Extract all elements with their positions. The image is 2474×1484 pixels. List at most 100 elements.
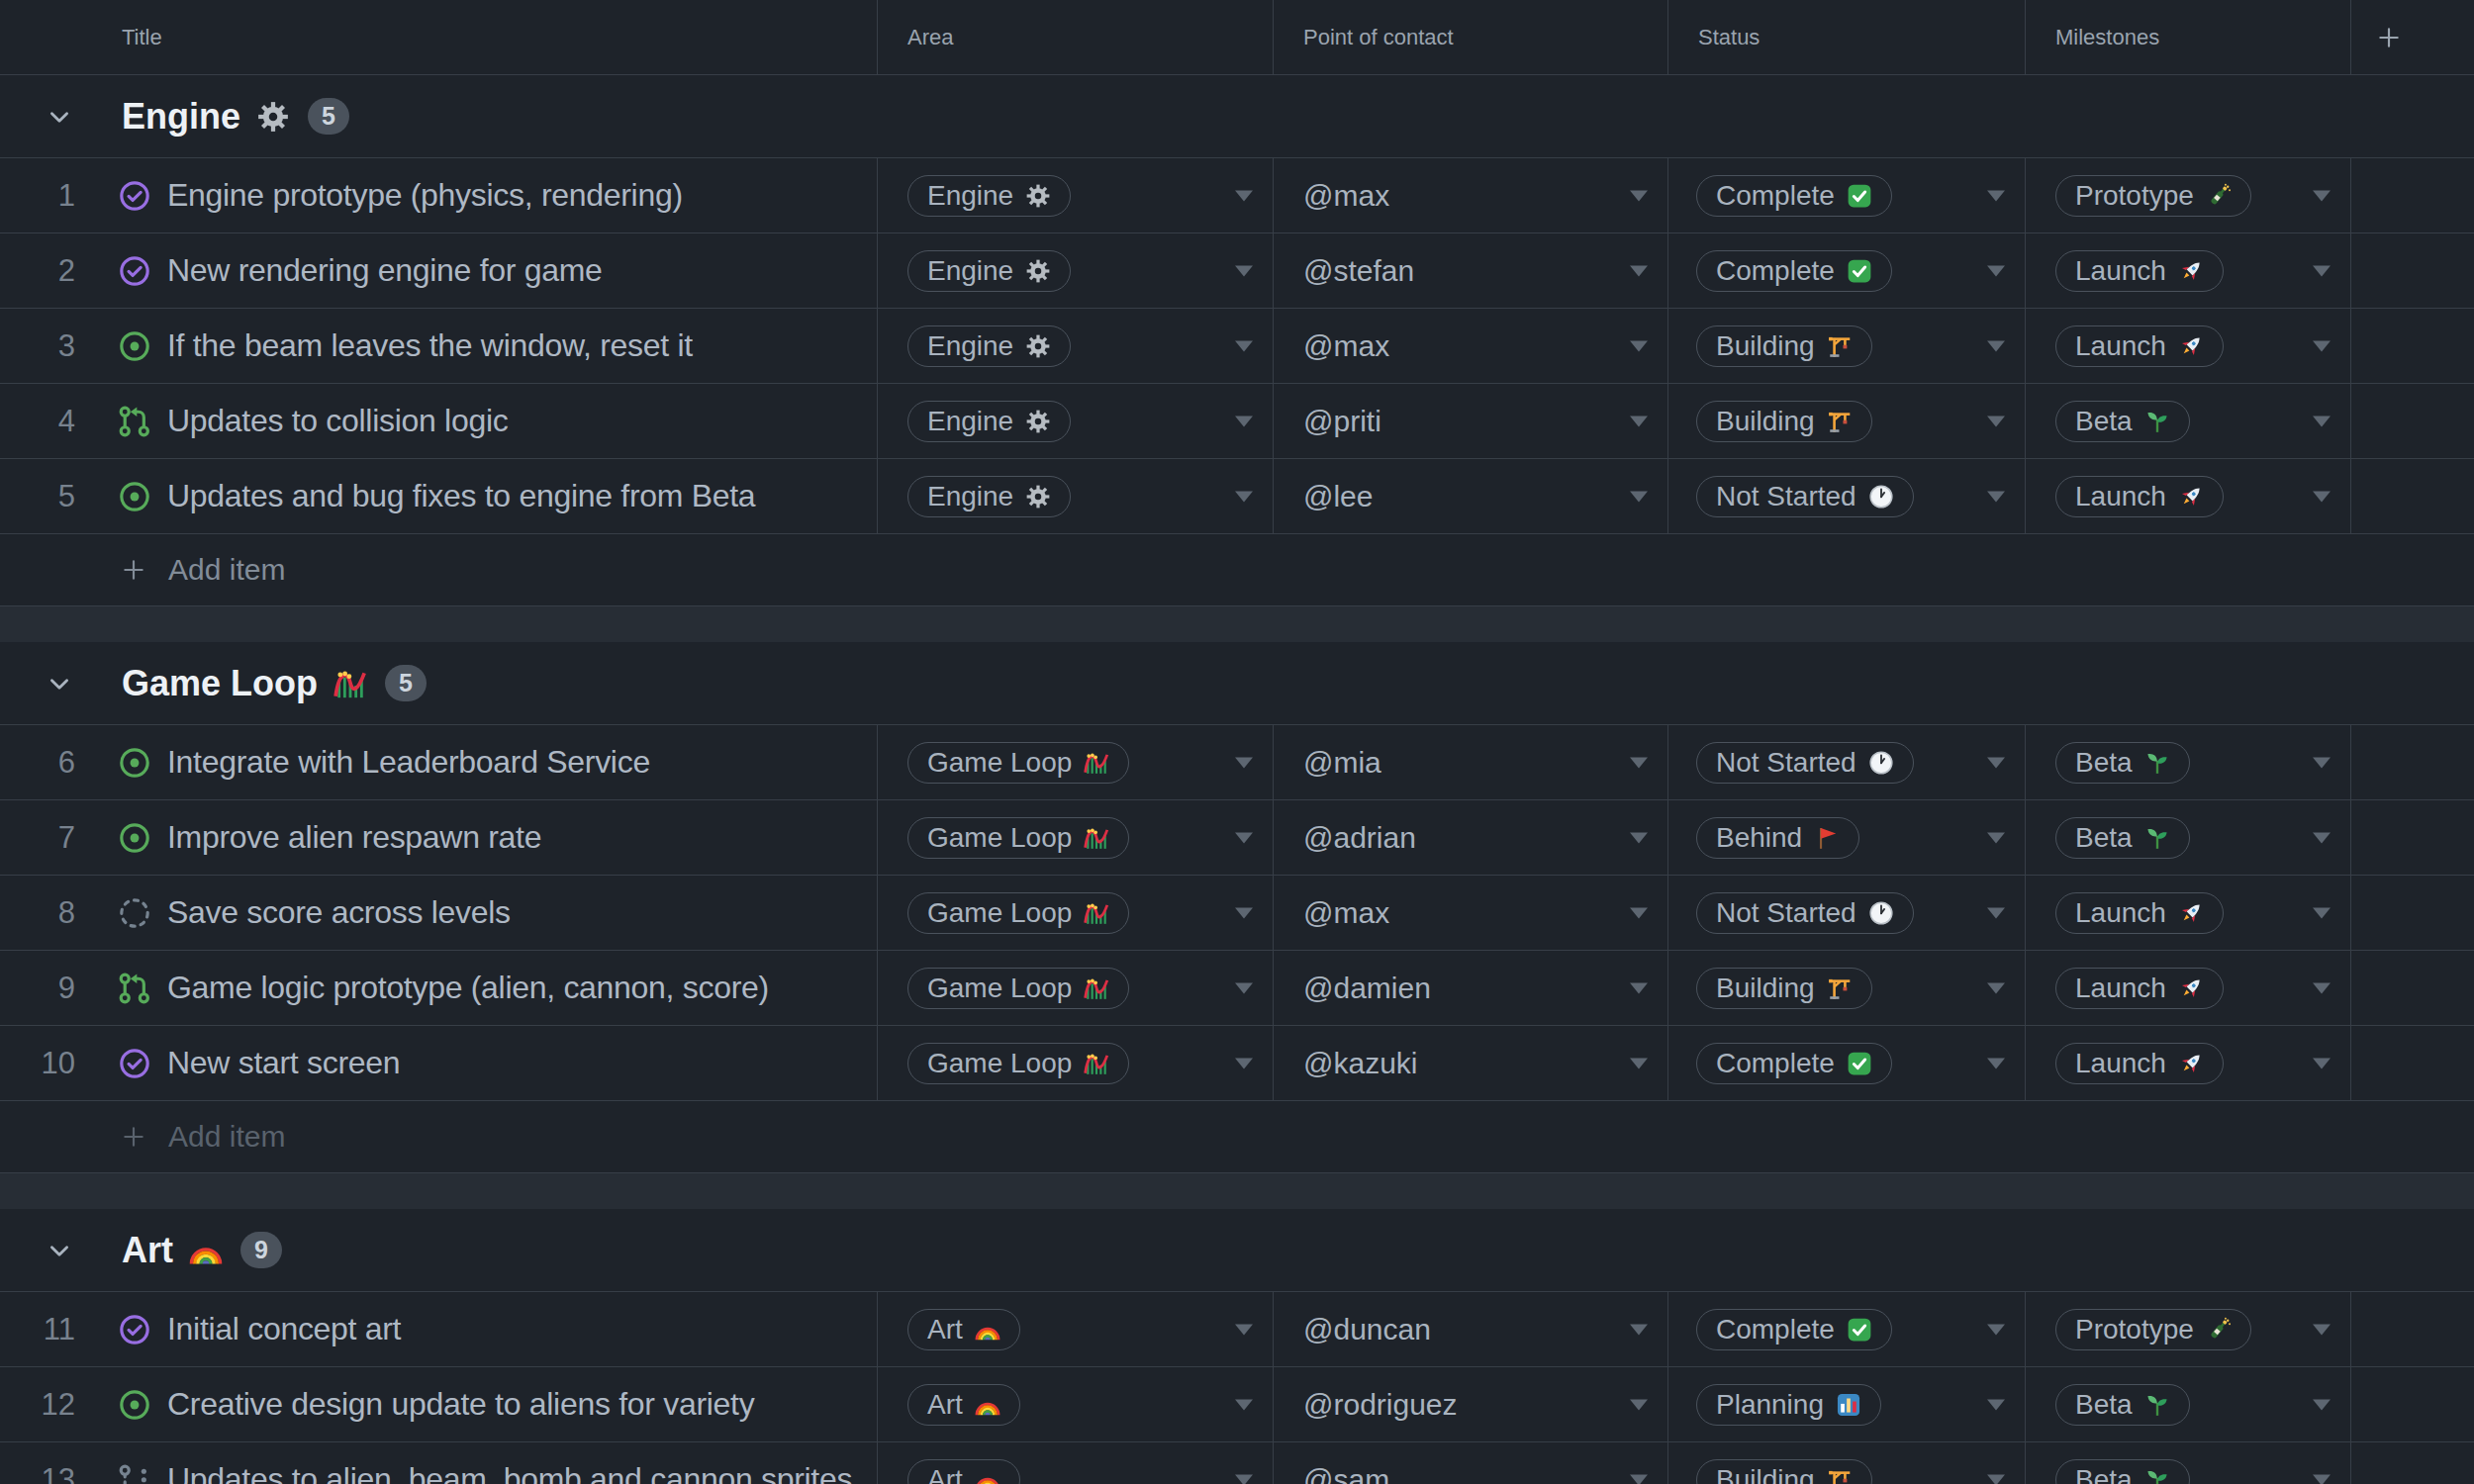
title-cell[interactable]: 1Engine prototype (physics, rendering) [0, 158, 878, 232]
dropdown-caret-icon[interactable] [1987, 832, 2005, 843]
title-cell[interactable]: 2New rendering engine for game [0, 233, 878, 308]
milestone-pill[interactable]: Launch [2055, 968, 2224, 1009]
dropdown-caret-icon[interactable] [1235, 190, 1253, 201]
milestone-cell[interactable]: Beta [2026, 1442, 2351, 1484]
poc-cell[interactable]: @damien [1274, 951, 1668, 1025]
area-cell[interactable]: Game Loop [878, 951, 1274, 1025]
area-pill[interactable]: Game Loop [907, 817, 1129, 859]
title-cell[interactable]: 6Integrate with Leaderboard Service [0, 725, 878, 799]
add-column-button[interactable] [2351, 0, 2474, 74]
item-title[interactable]: Updates to collision logic [167, 403, 508, 439]
dropdown-caret-icon[interactable] [1630, 190, 1648, 201]
dropdown-caret-icon[interactable] [2313, 1399, 2331, 1410]
add-item-button[interactable]: Add item [0, 1101, 2474, 1173]
item-title[interactable]: New start screen [167, 1045, 400, 1081]
area-cell[interactable]: Game Loop [878, 800, 1274, 875]
milestone-cell[interactable]: Launch [2026, 233, 2351, 308]
area-pill[interactable]: Game Loop [907, 968, 1129, 1009]
dropdown-caret-icon[interactable] [1630, 1058, 1648, 1068]
area-pill[interactable]: Engine [907, 401, 1071, 442]
status-cell[interactable]: Planning [1668, 1367, 2026, 1441]
title-cell[interactable]: 3If the beam leaves the window, reset it [0, 309, 878, 383]
status-cell[interactable]: Building [1668, 1442, 2026, 1484]
contact-mention[interactable]: @max [1303, 329, 1389, 363]
dropdown-caret-icon[interactable] [1987, 1324, 2005, 1335]
contact-mention[interactable]: @damien [1303, 972, 1431, 1005]
milestone-pill[interactable]: Launch [2055, 325, 2224, 367]
dropdown-caret-icon[interactable] [1630, 757, 1648, 768]
dropdown-caret-icon[interactable] [1235, 491, 1253, 502]
dropdown-caret-icon[interactable] [1987, 757, 2005, 768]
dropdown-caret-icon[interactable] [1630, 907, 1648, 918]
dropdown-caret-icon[interactable] [2313, 982, 2331, 993]
status-cell[interactable]: Not Started [1668, 876, 2026, 950]
area-pill[interactable]: Engine [907, 175, 1071, 217]
contact-mention[interactable]: @kazuki [1303, 1047, 1418, 1080]
milestone-cell[interactable]: Prototype [2026, 158, 2351, 232]
milestone-cell[interactable]: Beta [2026, 384, 2351, 458]
status-pill[interactable]: Behind [1696, 817, 1859, 859]
title-cell[interactable]: 13Updates to alien, beam, bomb and canno… [0, 1442, 878, 1484]
area-cell[interactable]: Game Loop [878, 725, 1274, 799]
area-cell[interactable]: Engine [878, 233, 1274, 308]
item-title[interactable]: Initial concept art [167, 1311, 401, 1347]
column-header-area[interactable]: Area [878, 0, 1274, 74]
milestone-cell[interactable]: Prototype [2026, 1292, 2351, 1366]
milestone-pill[interactable]: Beta [2055, 1459, 2190, 1484]
dropdown-caret-icon[interactable] [1235, 1324, 1253, 1335]
column-header-milestones[interactable]: Milestones [2026, 0, 2351, 74]
dropdown-caret-icon[interactable] [1235, 1474, 1253, 1484]
milestone-cell[interactable]: Beta [2026, 1367, 2351, 1441]
status-cell[interactable]: Complete [1668, 1026, 2026, 1100]
dropdown-caret-icon[interactable] [2313, 1474, 2331, 1484]
contact-mention[interactable]: @max [1303, 896, 1389, 930]
status-cell[interactable]: Complete [1668, 1292, 2026, 1366]
status-pill[interactable]: Not Started [1696, 742, 1914, 784]
milestone-pill[interactable]: Launch [2055, 1043, 2224, 1084]
area-pill[interactable]: Game Loop [907, 742, 1129, 784]
dropdown-caret-icon[interactable] [2313, 416, 2331, 426]
milestone-cell[interactable]: Beta [2026, 800, 2351, 875]
status-pill[interactable]: Building [1696, 1459, 1872, 1484]
dropdown-caret-icon[interactable] [1987, 265, 2005, 276]
poc-cell[interactable]: @duncan [1274, 1292, 1668, 1366]
status-pill[interactable]: Complete [1696, 175, 1892, 217]
item-title[interactable]: If the beam leaves the window, reset it [167, 327, 693, 364]
area-pill[interactable]: Art [907, 1309, 1020, 1350]
contact-mention[interactable]: @duncan [1303, 1313, 1431, 1346]
add-item-button[interactable]: Add item [0, 534, 2474, 606]
status-pill[interactable]: Complete [1696, 250, 1892, 292]
status-cell[interactable]: Building [1668, 384, 2026, 458]
dropdown-caret-icon[interactable] [2313, 491, 2331, 502]
dropdown-caret-icon[interactable] [1235, 907, 1253, 918]
poc-cell[interactable]: @rodriguez [1274, 1367, 1668, 1441]
title-cell[interactable]: 10New start screen [0, 1026, 878, 1100]
contact-mention[interactable]: @priti [1303, 405, 1381, 438]
status-pill[interactable]: Complete [1696, 1309, 1892, 1350]
title-cell[interactable]: 7Improve alien respawn rate [0, 800, 878, 875]
poc-cell[interactable]: @max [1274, 876, 1668, 950]
item-title[interactable]: Game logic prototype (alien, cannon, sco… [167, 970, 769, 1006]
status-pill[interactable]: Building [1696, 325, 1872, 367]
dropdown-caret-icon[interactable] [2313, 1324, 2331, 1335]
group-header-art[interactable]: Art9 [0, 1209, 2474, 1292]
milestone-pill[interactable]: Beta [2055, 401, 2190, 442]
area-cell[interactable]: Engine [878, 459, 1274, 533]
dropdown-caret-icon[interactable] [1630, 491, 1648, 502]
dropdown-caret-icon[interactable] [1987, 1399, 2005, 1410]
status-pill[interactable]: Building [1696, 401, 1872, 442]
area-cell[interactable]: Art [878, 1367, 1274, 1441]
area-cell[interactable]: Engine [878, 384, 1274, 458]
title-cell[interactable]: 8Save score across levels [0, 876, 878, 950]
dropdown-caret-icon[interactable] [1235, 982, 1253, 993]
item-title[interactable]: Integrate with Leaderboard Service [167, 744, 650, 781]
area-cell[interactable]: Game Loop [878, 1026, 1274, 1100]
milestone-cell[interactable]: Launch [2026, 1026, 2351, 1100]
group-header-game-loop[interactable]: Game Loop5 [0, 642, 2474, 725]
poc-cell[interactable]: @kazuki [1274, 1026, 1668, 1100]
dropdown-caret-icon[interactable] [1630, 340, 1648, 351]
area-cell[interactable]: Art [878, 1292, 1274, 1366]
dropdown-caret-icon[interactable] [1235, 832, 1253, 843]
dropdown-caret-icon[interactable] [1630, 832, 1648, 843]
dropdown-caret-icon[interactable] [1630, 982, 1648, 993]
